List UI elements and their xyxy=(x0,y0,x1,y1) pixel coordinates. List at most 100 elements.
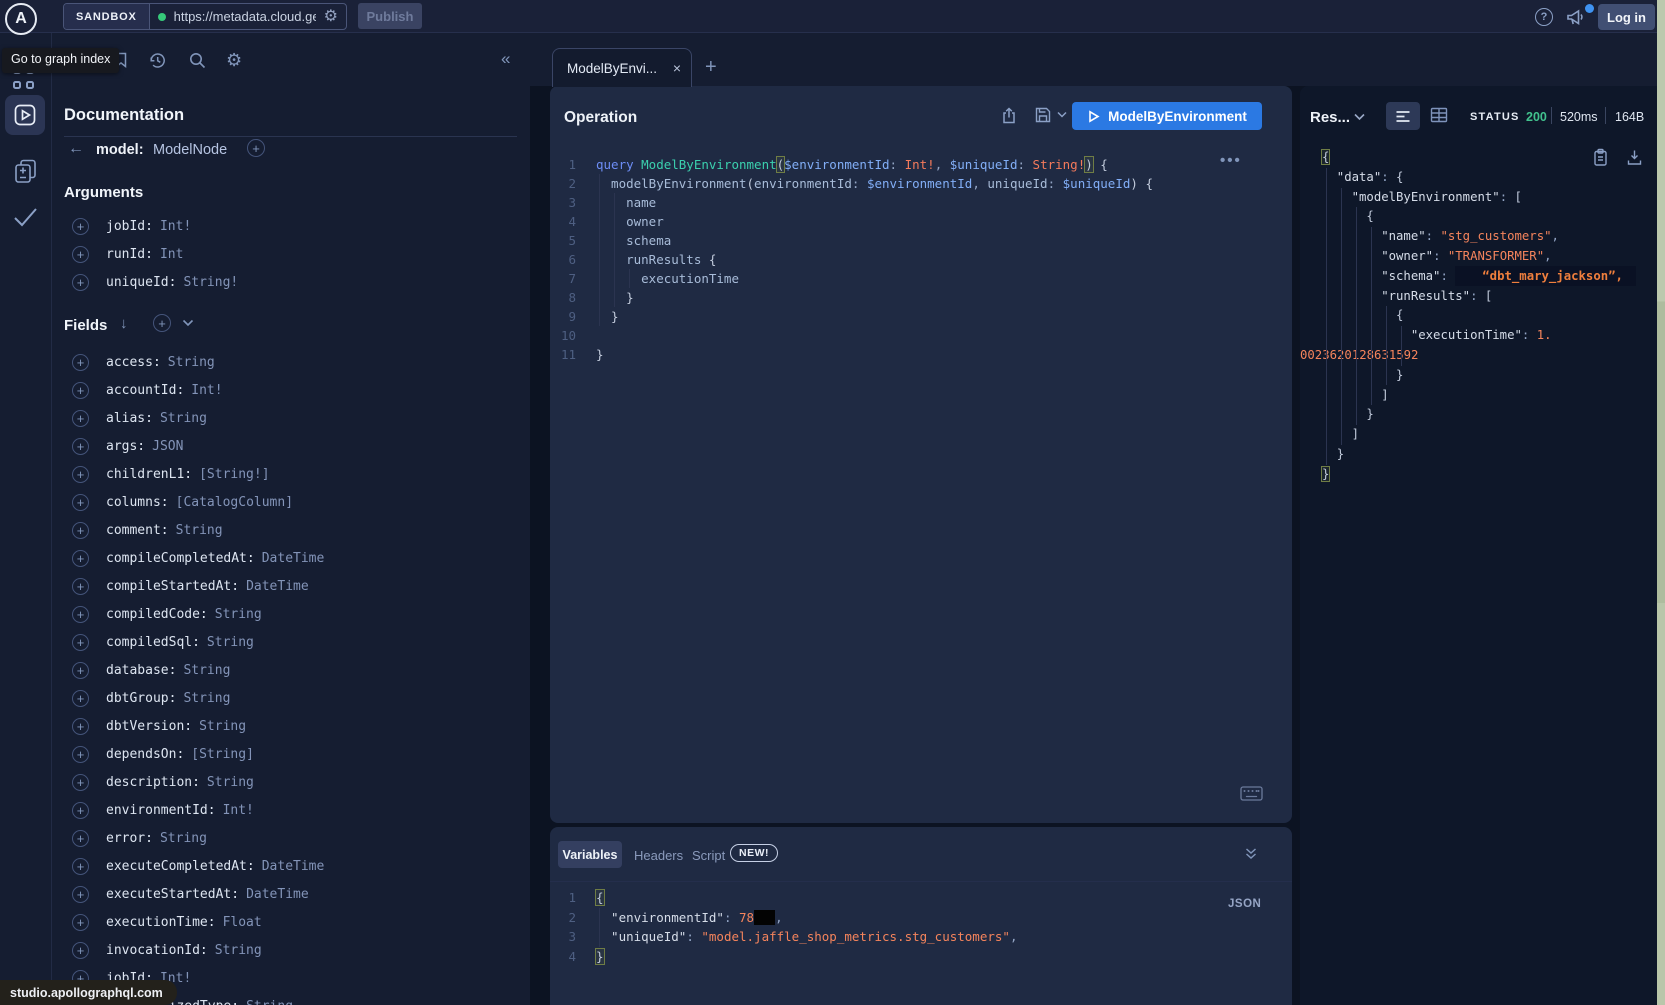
field-name[interactable]: environmentId: xyxy=(106,803,216,818)
apollo-logo-icon[interactable]: A xyxy=(5,3,37,35)
collapse-sidebar-icon[interactable]: « xyxy=(501,49,510,69)
breadcrumb-type[interactable]: ModelNode xyxy=(153,142,227,158)
field-name[interactable]: compileStartedAt: xyxy=(106,579,239,594)
add-field-icon[interactable]: + xyxy=(72,218,89,235)
field-type[interactable]: DateTime xyxy=(262,551,325,566)
operation-editor[interactable]: 1query ModelByEnvironment($environmentId… xyxy=(550,155,1290,364)
field-name[interactable]: invocationId: xyxy=(106,943,208,958)
add-field-icon[interactable]: + xyxy=(72,662,89,679)
response-format-list-toggle[interactable] xyxy=(1386,102,1420,130)
field-name[interactable]: database: xyxy=(106,663,176,678)
login-button[interactable]: Log in xyxy=(1598,4,1655,30)
field-name[interactable]: compiledSql: xyxy=(106,635,200,650)
help-icon[interactable]: ? xyxy=(1535,8,1553,26)
add-field-icon[interactable]: + xyxy=(72,354,89,371)
add-field-icon[interactable]: + xyxy=(72,746,89,763)
field-type[interactable]: [String] xyxy=(191,747,254,762)
add-field-icon[interactable]: + xyxy=(72,774,89,791)
endpoint-settings-gear-icon[interactable]: ⚙ xyxy=(324,9,338,25)
field-type[interactable]: Int! xyxy=(223,803,254,818)
field-type[interactable]: String xyxy=(160,831,207,846)
tab-variables[interactable]: Variables xyxy=(558,841,622,868)
field-type[interactable]: Int! xyxy=(191,383,222,398)
search-icon[interactable] xyxy=(188,51,207,70)
field-name[interactable]: description: xyxy=(106,775,200,790)
field-name[interactable]: compiledCode: xyxy=(106,607,208,622)
endpoint-url-text[interactable]: https://metadata.cloud.get xyxy=(174,9,316,24)
tab-modelbyenvironment[interactable]: ModelByEnvi... × xyxy=(552,48,692,87)
sort-icon[interactable]: ↓ xyxy=(120,315,128,332)
add-field-icon[interactable]: + xyxy=(72,830,89,847)
field-type[interactable]: DateTime xyxy=(246,579,309,594)
back-arrow-icon[interactable]: ← xyxy=(68,140,84,158)
add-field-icon[interactable]: + xyxy=(72,718,89,735)
field-type[interactable]: String xyxy=(246,999,293,1005)
response-title[interactable]: Res... xyxy=(1310,109,1350,126)
response-viewer[interactable]: { "data": { "modelByEnvironment": [ { "n… xyxy=(1300,148,1652,485)
add-field-icon[interactable]: + xyxy=(72,550,89,567)
field-name[interactable]: executeCompletedAt: xyxy=(106,859,255,874)
field-type[interactable]: String xyxy=(215,943,262,958)
field-type[interactable]: Float xyxy=(223,915,262,930)
sidebar-item-checks[interactable] xyxy=(12,206,39,228)
field-name[interactable]: compileCompletedAt: xyxy=(106,551,255,566)
share-icon[interactable] xyxy=(1000,106,1018,125)
field-name[interactable]: dbtVersion: xyxy=(106,719,192,734)
add-field-icon[interactable]: + xyxy=(72,634,89,651)
field-type[interactable]: Int xyxy=(160,247,183,262)
field-name[interactable]: alias: xyxy=(106,411,153,426)
field-name[interactable]: args: xyxy=(106,439,145,454)
field-name[interactable]: access: xyxy=(106,355,161,370)
field-type[interactable]: String xyxy=(183,663,230,678)
save-menu-chevron-icon[interactable] xyxy=(1057,111,1067,118)
field-type[interactable]: String xyxy=(215,607,262,622)
field-name[interactable]: dbtGroup: xyxy=(106,691,176,706)
field-name[interactable]: columns: xyxy=(106,495,169,510)
field-type[interactable]: [String!] xyxy=(199,467,269,482)
keyboard-shortcuts-icon[interactable] xyxy=(1240,786,1263,801)
response-table-toggle[interactable] xyxy=(1430,107,1448,123)
field-name[interactable]: comment: xyxy=(106,523,169,538)
add-field-icon[interactable]: + xyxy=(72,578,89,595)
field-type[interactable]: DateTime xyxy=(246,887,309,902)
field-type[interactable]: JSON xyxy=(152,439,183,454)
field-name[interactable]: executeStartedAt: xyxy=(106,887,239,902)
response-chevron-down-icon[interactable] xyxy=(1354,113,1365,121)
add-field-icon[interactable]: + xyxy=(72,802,89,819)
field-name[interactable]: accountId: xyxy=(106,383,184,398)
sidebar-item-schema[interactable] xyxy=(13,158,39,185)
sidebar-item-explorer[interactable] xyxy=(5,95,45,135)
add-field-icon[interactable]: + xyxy=(72,606,89,623)
graph-switcher[interactable]: SANDBOX https://metadata.cloud.get ⚙ xyxy=(63,3,347,30)
field-name[interactable]: jobId: xyxy=(106,219,153,234)
field-name[interactable]: executionTime: xyxy=(106,915,216,930)
field-name[interactable]: childrenL1: xyxy=(106,467,192,482)
explorer-settings-gear-icon[interactable]: ⚙ xyxy=(226,51,242,69)
add-field-icon[interactable]: + xyxy=(72,914,89,931)
field-name[interactable]: dependsOn: xyxy=(106,747,184,762)
add-field-icon[interactable]: + xyxy=(72,410,89,427)
field-type[interactable]: String xyxy=(199,719,246,734)
add-field-icon[interactable]: + xyxy=(72,246,89,263)
field-type[interactable]: [CatalogColumn] xyxy=(176,495,293,510)
add-field-icon[interactable]: + xyxy=(72,942,89,959)
publish-button[interactable]: Publish xyxy=(358,3,422,29)
field-type[interactable]: String! xyxy=(183,275,238,290)
tab-headers[interactable]: Headers xyxy=(634,848,683,863)
field-name[interactable]: runId: xyxy=(106,247,153,262)
field-type[interactable]: String xyxy=(207,775,254,790)
add-field-icon[interactable]: + xyxy=(72,438,89,455)
field-type[interactable]: String xyxy=(183,691,230,706)
save-icon[interactable] xyxy=(1034,106,1052,124)
add-field-icon[interactable]: + xyxy=(247,139,265,157)
run-operation-button[interactable]: ModelByEnvironment xyxy=(1072,102,1262,130)
chevron-down-icon[interactable] xyxy=(182,319,194,327)
add-field-icon[interactable]: + xyxy=(72,274,89,291)
field-name[interactable]: error: xyxy=(106,831,153,846)
add-field-icon[interactable]: + xyxy=(72,886,89,903)
add-field-icon[interactable]: + xyxy=(72,382,89,399)
field-type[interactable]: String xyxy=(168,355,215,370)
history-icon[interactable] xyxy=(148,51,167,70)
variables-editor[interactable]: 1{2 "environmentId": 78,3 "uniqueId": "m… xyxy=(550,888,1290,967)
field-type[interactable]: DateTime xyxy=(262,859,325,874)
